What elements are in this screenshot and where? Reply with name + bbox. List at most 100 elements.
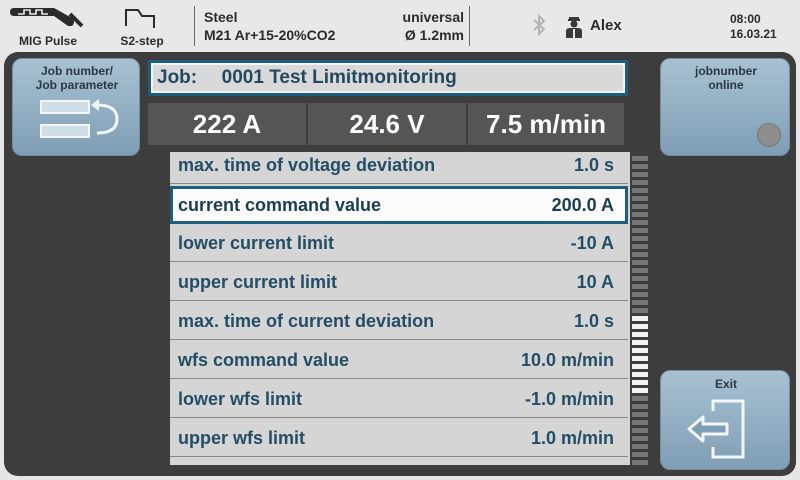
scroll-tick <box>632 188 648 193</box>
param-value: 1.0 s <box>573 311 614 331</box>
list-item[interactable]: wfs command value 10.0 m/min <box>170 341 628 379</box>
scroll-tick <box>632 284 648 289</box>
scroll-tick <box>632 260 648 265</box>
s2-step-icon <box>125 9 155 28</box>
scroll-tick <box>632 412 648 417</box>
scroll-tick <box>632 300 648 305</box>
scroll-tick <box>632 444 648 449</box>
scroll-tick <box>632 244 648 249</box>
param-name: max. time of voltage deviation <box>178 155 436 175</box>
job-title-field[interactable]: Job: 0001 Test Limitmonitoring <box>148 60 628 96</box>
param-name: wfs command value <box>178 350 350 370</box>
scroll-tick <box>632 404 648 409</box>
param-value: 200.0 A <box>551 195 614 215</box>
scroll-tick <box>632 268 648 273</box>
voltage-readout: 24.6 V <box>308 103 466 145</box>
param-name: lower wfs limit <box>178 389 303 409</box>
scroll-tick <box>632 308 648 313</box>
job-prefix: Job: <box>157 67 198 88</box>
job-parameter-button[interactable]: Job number/ Job parameter <box>12 58 140 156</box>
list-item[interactable]: max. time of voltage deviation 1.0 s <box>170 152 628 184</box>
jobnumber-online-button[interactable]: jobnumber online <box>660 58 790 156</box>
user-icon <box>566 17 582 38</box>
list-item[interactable]: upper current limit 10 A <box>170 263 628 301</box>
date: 16.03.21 <box>730 27 777 41</box>
scroll-tick <box>632 212 648 217</box>
scroll-tick <box>632 452 648 457</box>
param-value: -1.0 m/min <box>524 389 614 409</box>
scroll-tick <box>632 204 648 209</box>
clock: 08:00 16.03.21 <box>730 12 777 42</box>
status-bar: MIG Pulse S2-step Steel M21 Ar+15-20%CO2… <box>0 0 800 52</box>
online-button-line1: jobnumber <box>695 64 757 78</box>
divider <box>194 6 195 46</box>
scroll-tick-active <box>632 340 648 345</box>
param-name: lower current limit <box>178 233 335 253</box>
material-name: Steel <box>204 9 238 25</box>
mig-pulse-icon <box>10 8 84 28</box>
status-led <box>757 123 781 147</box>
divider <box>469 6 470 46</box>
scroll-tick-active <box>632 372 648 377</box>
current-readout: 222 A <box>148 103 306 145</box>
material-info[interactable]: Steel M21 Ar+15-20%CO2 <box>204 8 335 44</box>
online-button-line2: online <box>708 78 744 92</box>
list-item[interactable]: lower current limit -10 A <box>170 224 628 262</box>
scroll-tick <box>632 220 648 225</box>
param-value: 1.0 s <box>573 155 614 175</box>
scrollbar[interactable] <box>632 156 648 466</box>
scroll-tick <box>632 180 648 185</box>
process-mode[interactable]: MIG Pulse <box>8 4 88 50</box>
param-name: max. time of current deviation <box>178 311 435 331</box>
scroll-tick <box>632 276 648 281</box>
wire-speed-readout: 7.5 m/min <box>468 103 624 145</box>
job-swap-icon <box>40 99 119 138</box>
wire-info[interactable]: universal Ø 1.2mm <box>380 8 464 44</box>
scroll-tick <box>632 252 648 257</box>
scroll-tick <box>632 156 648 161</box>
operating-mode[interactable]: S2-step <box>102 4 182 50</box>
job-name: 0001 Test Limitmonitoring <box>221 67 457 88</box>
list-item-selected[interactable]: current command value 200.0 A <box>170 186 628 224</box>
scroll-tick-active <box>632 380 648 385</box>
scroll-tick-active <box>632 332 648 337</box>
scroll-tick-active <box>632 388 648 393</box>
scroll-tick <box>632 228 648 233</box>
scroll-tick <box>632 196 648 201</box>
param-name: upper wfs limit <box>178 428 306 448</box>
exit-icon <box>687 399 745 459</box>
parameter-list[interactable]: max. time of voltage deviation 1.0 s cur… <box>170 152 630 465</box>
welder-screen: MIG Pulse S2-step Steel M21 Ar+15-20%CO2… <box>0 0 800 480</box>
bluetooth-icon <box>533 14 546 36</box>
list-item[interactable]: upper wfs limit 1.0 m/min <box>170 419 628 457</box>
scroll-tick <box>632 396 648 401</box>
param-value: 10 A <box>576 272 614 292</box>
time: 08:00 <box>730 12 761 26</box>
user-name[interactable]: Alex <box>590 17 622 34</box>
param-value: -10 A <box>570 233 614 253</box>
param-name: current command value <box>178 195 382 215</box>
scroll-tick <box>632 292 648 297</box>
wire-diameter: Ø 1.2mm <box>404 27 464 43</box>
param-name: upper current limit <box>178 272 338 292</box>
exit-button[interactable]: Exit <box>660 370 790 470</box>
scroll-tick-active <box>632 348 648 353</box>
list-item[interactable]: max. time of current deviation 1.0 s <box>170 302 628 340</box>
param-value: 10.0 m/min <box>520 350 614 370</box>
scroll-tick-active <box>632 356 648 361</box>
operating-mode-label: S2-step <box>120 34 164 48</box>
scroll-tick-active <box>632 364 648 369</box>
scroll-tick <box>632 164 648 169</box>
scroll-tick <box>632 172 648 177</box>
scroll-tick <box>632 236 648 241</box>
process-mode-label: MIG Pulse <box>18 34 77 48</box>
scroll-tick <box>632 460 648 465</box>
scroll-tick-active <box>632 316 648 321</box>
shielding-gas: M21 Ar+15-20%CO2 <box>204 27 336 43</box>
wire-type: universal <box>402 9 464 25</box>
scroll-tick <box>632 420 648 425</box>
list-item[interactable]: lower wfs limit -1.0 m/min <box>170 380 628 418</box>
scroll-tick <box>632 428 648 433</box>
param-value: 1.0 m/min <box>530 428 614 448</box>
scroll-tick-active <box>632 324 648 329</box>
